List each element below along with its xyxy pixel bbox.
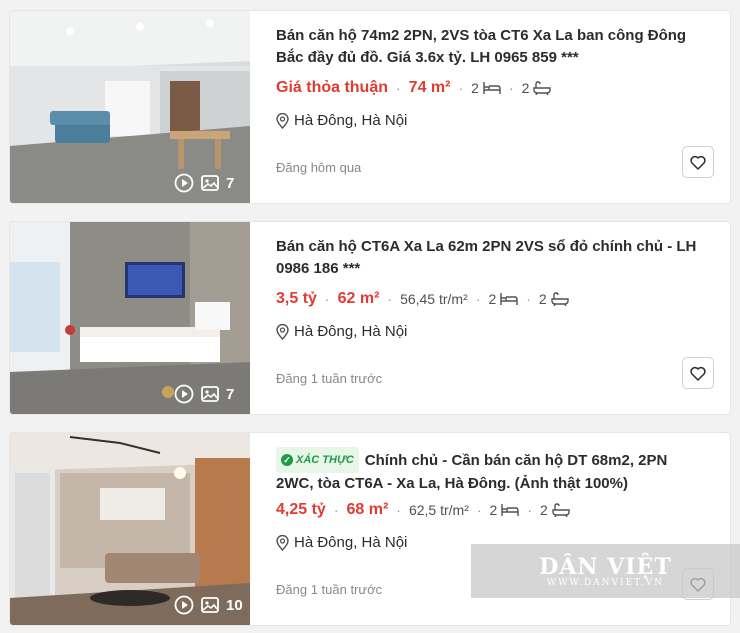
save-listing-button[interactable] [682,146,714,178]
bath-icon [552,503,570,517]
price: Giá thỏa thuận [276,79,388,96]
bath-icon [551,292,569,306]
listing-photo[interactable]: 7 [10,11,250,203]
listing-card[interactable]: 7 Bán căn hộ CT6A Xa La 62m 2PN 2VS sổ đ… [9,221,731,415]
listing-photo[interactable]: 10 [10,433,250,625]
play-icon [174,173,194,193]
area: 62 m² [337,290,380,307]
bed-icon [501,504,520,516]
save-listing-button[interactable] [682,357,714,389]
bathrooms: 2 [538,291,547,307]
play-icon [174,384,194,404]
price-per-m2: 62,5 tr/m² [408,502,469,518]
heart-icon [690,366,706,381]
location-text: Hà Đông, Hà Nội [294,534,408,551]
image-icon [201,597,219,613]
price-per-m2: 56,45 tr/m² [400,291,468,307]
listing-location: Hà Đông, Hà Nội [276,323,407,340]
location-pin-icon [276,323,289,340]
bathrooms: 2 [521,80,530,96]
posted-time: Đăng 1 tuần trước [276,582,383,597]
check-icon: ✓ [281,454,293,466]
listing-meta: 4,25 tỷ · 68 m² · 62,5 tr/m² · 2 · 2 [276,501,570,519]
listing-title[interactable]: ✓ XÁC THỰC Chính chủ - Cần bán căn hộ DT 6… [276,447,708,495]
listing-title[interactable]: Bán căn hộ 74m2 2PN, 2VS tòa CT6 Xa La b… [276,25,708,69]
listing-title-text[interactable]: Bán căn hộ 74m2 2PN, 2VS tòa CT6 Xa La b… [276,27,686,66]
watermark-logo-text: DÂN VIỆT [539,554,672,580]
verified-badge: ✓ XÁC THỰC [276,447,359,473]
watermark-url: WWW.DANVIET.VN [546,578,665,588]
bedrooms: 2 [489,502,498,518]
bedrooms: 2 [488,291,497,307]
verified-badge-label: XÁC THỰC [296,454,354,466]
listing-photo[interactable]: 7 [10,222,250,414]
watermark-logo: DÂN VIỆT WWW.DANVIET.VN [471,544,740,598]
location-pin-icon [276,534,289,551]
location-text: Hà Đông, Hà Nội [294,112,408,129]
listing-card[interactable]: 7 Bán căn hộ 74m2 2PN, 2VS tòa CT6 Xa La… [9,10,731,204]
bed-icon [483,82,501,94]
listing-meta: 3,5 tỷ · 62 m² · 56,45 tr/m² · 2 · 2 [276,290,569,308]
media-count: 7 [174,173,234,193]
image-icon [201,175,219,191]
bathrooms: 2 [540,502,548,518]
bed-icon [500,293,518,305]
price: 3,5 tỷ [276,290,317,307]
listing-title[interactable]: Bán căn hộ CT6A Xa La 62m 2PN 2VS sổ đỏ … [276,236,708,280]
bath-icon [533,81,552,95]
image-icon [201,386,219,402]
posted-time: Đăng hôm qua [276,160,362,175]
photo-count: 7 [226,385,235,403]
posted-time: Đăng 1 tuần trước [276,371,383,386]
listing-title-text[interactable]: Bán căn hộ CT6A Xa La 62m 2PN 2VS sổ đỏ … [276,238,696,277]
listing-location: Hà Đông, Hà Nội [276,112,407,129]
photo-count: 7 [226,174,235,192]
location-text: Hà Đông, Hà Nội [294,323,408,340]
media-count: 7 [174,384,234,404]
heart-icon [690,155,706,170]
area: 74 m² [408,79,451,96]
price: 4,25 tỷ [276,501,326,518]
area: 68 m² [346,501,389,518]
listing-location: Hà Đông, Hà Nội [276,534,407,551]
bedrooms: 2 [471,80,479,96]
media-count: 10 [174,595,243,615]
location-pin-icon [276,112,289,129]
play-icon [174,595,194,615]
listing-meta: Giá thỏa thuận · 74 m² · 2 · 2 [276,79,552,97]
photo-count: 10 [226,596,243,614]
